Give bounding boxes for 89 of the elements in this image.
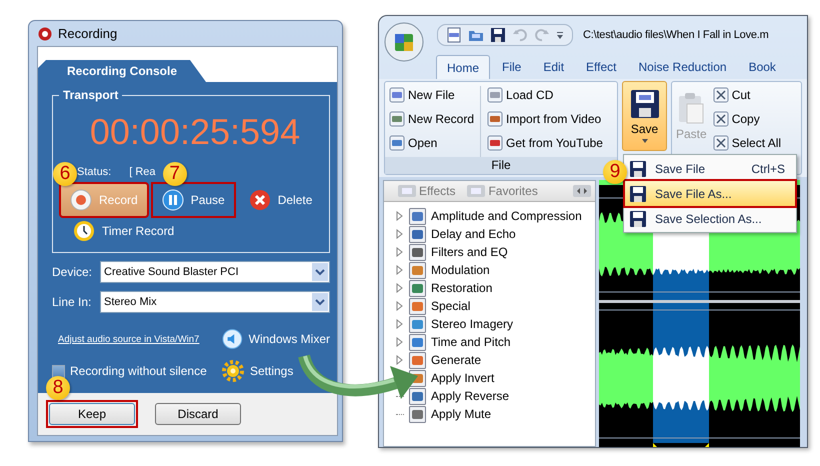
effect-item[interactable]: Time and Pitch — [431, 335, 511, 349]
tile-icon — [409, 244, 426, 260]
tab-icon — [467, 185, 486, 197]
window-title: Recording — [58, 26, 118, 41]
effect-item[interactable]: Modulation — [431, 263, 490, 277]
timer-record-button[interactable]: Timer Record — [61, 218, 184, 244]
tile-icon — [409, 316, 426, 332]
step-badge: 7 — [162, 162, 187, 186]
effect-item[interactable]: Amplitude and Compression — [431, 209, 582, 223]
effect-item[interactable]: Apply Invert — [431, 371, 494, 385]
menu-item[interactable]: Save File Ctrl+S — [625, 156, 795, 181]
tile-icon — [409, 208, 426, 224]
adjust-source-link[interactable]: Adjust audio source in Vista/Win7 — [58, 334, 200, 344]
status-label: Status: — [77, 166, 112, 178]
ribbon-button[interactable]: New Record — [389, 110, 474, 128]
panel-tab[interactable]: Effects — [398, 184, 456, 198]
dropdown-field[interactable]: Stereo Mix — [100, 291, 330, 313]
ribbon-button[interactable]: Import from Video — [487, 110, 603, 128]
chevron-down-icon — [312, 293, 328, 311]
ribbon-button[interactable]: Cut — [712, 86, 782, 104]
speaker-icon — [222, 328, 243, 350]
dialog-button[interactable]: Discard — [155, 403, 241, 425]
settings-button[interactable]: Settings — [222, 359, 330, 383]
ribbon-button[interactable]: New File — [389, 86, 474, 104]
gear-icon — [222, 360, 244, 382]
effect-item[interactable]: Delay and Echo — [431, 227, 516, 241]
checkbox[interactable] — [52, 364, 65, 378]
tab-icon — [398, 185, 416, 197]
floppy-icon — [630, 89, 660, 119]
windows-mixer-button[interactable]: Windows Mixer — [222, 327, 330, 351]
menu-item[interactable]: Save Selection As... — [625, 206, 795, 231]
tile-icon — [409, 352, 426, 368]
ribbon-tab[interactable]: Edit — [533, 55, 574, 79]
tile-icon — [409, 388, 426, 404]
effect-item[interactable]: Restoration — [431, 281, 492, 295]
ribbon-tab[interactable]: Noise Reduction — [628, 55, 737, 79]
step-badge: 8 — [46, 376, 70, 400]
ribbon-button[interactable]: Load CD — [487, 86, 603, 104]
ribbon-tab[interactable]: Book — [738, 55, 786, 79]
tile-icon — [409, 406, 426, 422]
floppy-icon — [629, 184, 647, 202]
save-button[interactable]: Save — [622, 81, 667, 151]
floppy-icon — [629, 210, 647, 228]
timer-display: 00:00:25:594 — [88, 112, 302, 152]
field-label: Device: — [52, 265, 94, 279]
field-label: Line In: — [52, 295, 92, 309]
ribbon-button[interactable]: Copy — [712, 110, 782, 128]
file-path-title: C:\test\audio files\When I Fall in Love.m — [583, 29, 769, 41]
checkbox-label: Recording without silence — [70, 364, 207, 378]
tile-icon — [409, 298, 426, 314]
group-title: Transport — [59, 88, 122, 102]
clipboard-icon — [678, 92, 704, 124]
delete-button[interactable]: Delete — [240, 184, 322, 216]
tile-icon — [409, 262, 426, 278]
tile-icon — [409, 334, 426, 350]
caret-icon — [642, 139, 648, 143]
close-icon — [248, 189, 271, 211]
floppy-icon[interactable] — [490, 27, 506, 43]
effect-item[interactable]: Apply Mute — [431, 407, 492, 421]
effect-item[interactable]: Filters and EQ — [431, 245, 508, 259]
effect-item[interactable]: Stereo Imagery — [431, 317, 514, 331]
effect-item[interactable]: Generate — [431, 353, 482, 367]
chevron-down-icon — [312, 263, 328, 281]
ribbon-tab[interactable]: File — [492, 55, 532, 79]
dropdown-field[interactable]: Creative Sound Blaster PCI — [100, 261, 330, 283]
status-value: [ Rea — [129, 166, 156, 178]
ribbon-button[interactable]: Open — [389, 134, 474, 152]
ribbon-tab[interactable]: Effect — [576, 55, 627, 79]
clock-icon — [73, 220, 95, 242]
menu-item[interactable]: Save File As... — [625, 181, 795, 206]
pause-icon — [162, 189, 184, 211]
dialog-button[interactable]: Keep — [49, 403, 135, 425]
floppy-icon — [629, 160, 647, 178]
ribbon-button[interactable]: Get from YouTube — [487, 134, 603, 152]
tile-icon — [409, 226, 426, 242]
app-orb-icon[interactable] — [384, 22, 424, 62]
record-icon — [70, 189, 92, 211]
record-icon — [38, 26, 52, 40]
pause-button[interactable]: Pause — [152, 184, 234, 216]
scroll-arrows-icon[interactable] — [573, 185, 591, 197]
dropdown-icon[interactable] — [556, 30, 564, 40]
panel-tab[interactable]: Favorites — [467, 184, 538, 198]
console-tab[interactable]: Recording Console — [38, 60, 206, 82]
effect-item[interactable]: Special — [431, 299, 470, 313]
ribbon-tab[interactable]: Home — [436, 55, 490, 79]
step-badge: 6 — [53, 162, 77, 186]
tile-icon — [409, 280, 426, 296]
ribbon-button[interactable]: Select All — [712, 134, 782, 152]
effect-item[interactable]: Apply Reverse — [431, 389, 510, 403]
